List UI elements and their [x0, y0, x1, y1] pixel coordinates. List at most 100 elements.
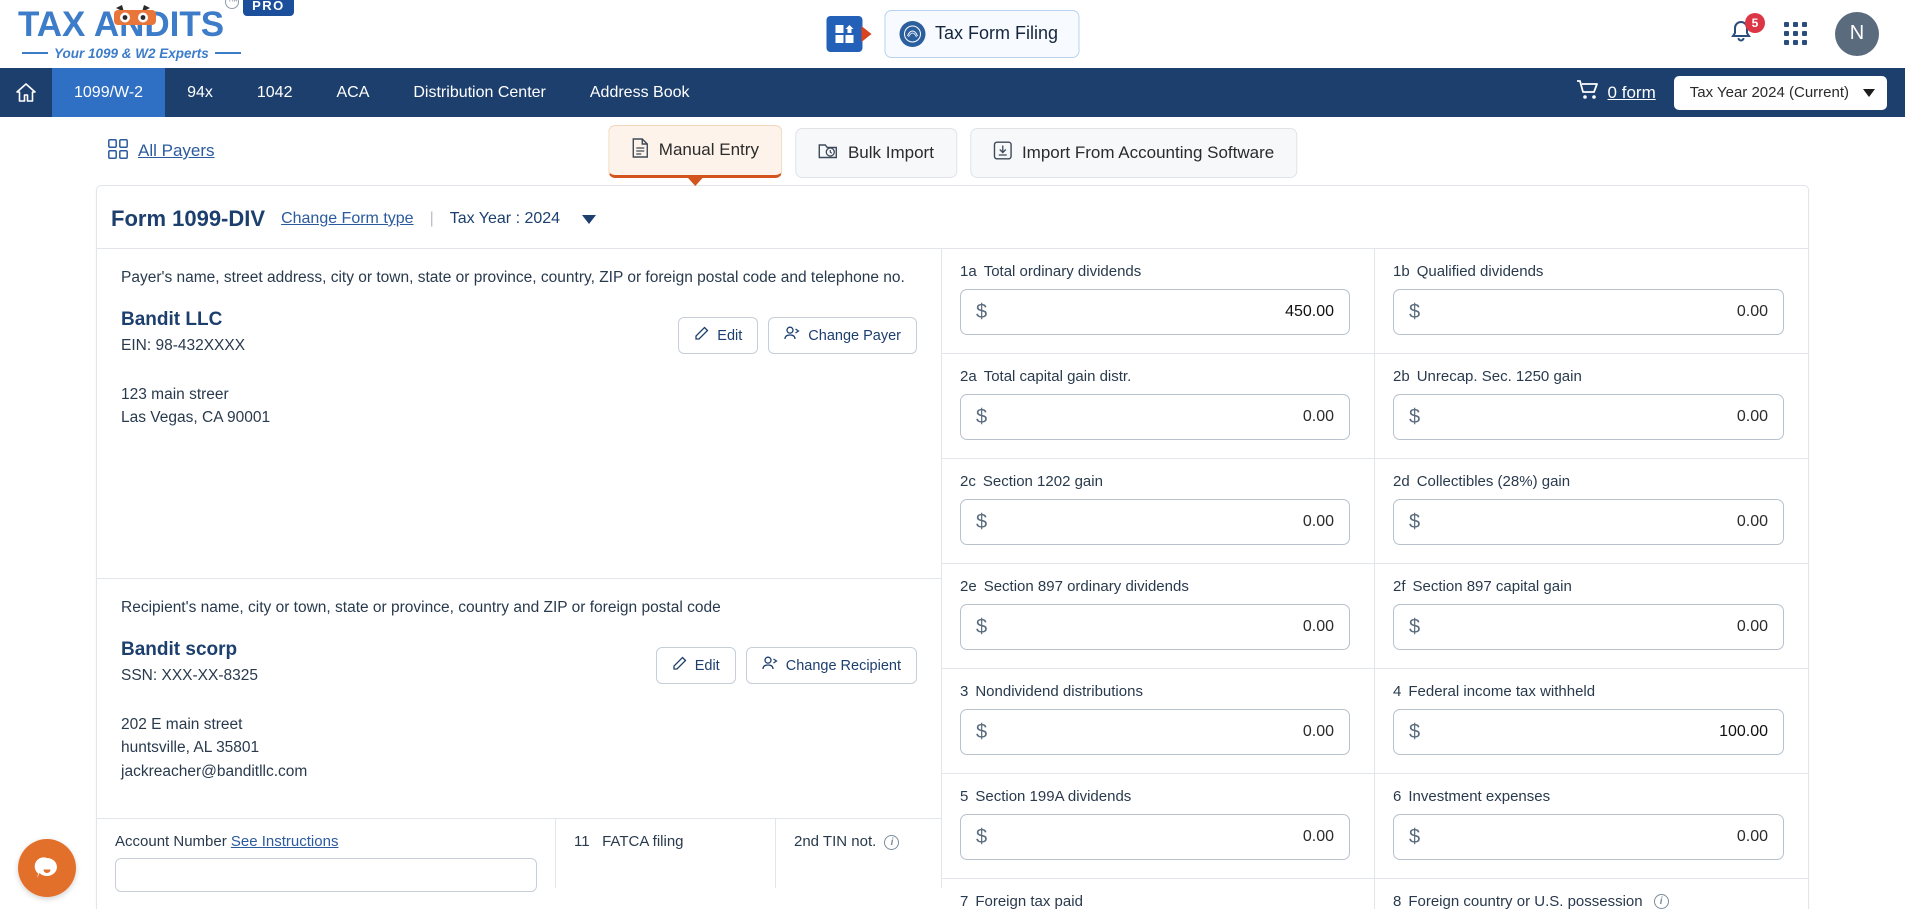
tab-label: Bulk Import [847, 142, 934, 162]
nav-item-1099-w2[interactable]: 1099/W-2 [52, 68, 166, 117]
field-input-2c[interactable]: $ 0.00 [960, 499, 1350, 545]
field-number: 2a [960, 368, 977, 385]
field-label: 2d Collectibles (28%) gain [1393, 473, 1784, 490]
change-form-type-link[interactable]: Change Form type [281, 210, 414, 228]
home-icon[interactable] [0, 68, 52, 117]
edit-payer-button[interactable]: Edit [678, 317, 759, 354]
field-title: Federal income tax withheld [1408, 683, 1596, 700]
pencil-icon [694, 326, 709, 345]
field-input-6[interactable]: $ 0.00 [1393, 814, 1784, 860]
account-number-input[interactable] [115, 858, 537, 892]
chat-bubble-icon[interactable] [18, 839, 76, 897]
info-icon[interactable]: i [1653, 894, 1669, 909]
tagline-rule-left [22, 52, 48, 54]
field-8: 8 Foreign country or U.S. possession i [1375, 879, 1808, 909]
grid-squares-icon [108, 138, 128, 164]
field-input-3[interactable]: $ 0.00 [960, 709, 1350, 755]
nav-item-label: 1099/W-2 [74, 83, 144, 101]
field-title: Unrecap. Sec. 1250 gain [1416, 368, 1582, 385]
field-input-2d[interactable]: $ 0.00 [1393, 499, 1784, 545]
recipient-caption: Recipient's name, city or town, state or… [121, 599, 721, 616]
field-input-5[interactable]: $ 0.00 [960, 814, 1350, 860]
dollar-sign: $ [1409, 825, 1421, 848]
field-input-2f[interactable]: $ 0.00 [1393, 604, 1784, 650]
form-card: Form 1099-DIV Change Form type | Tax Yea… [96, 185, 1809, 909]
dollar-sign: $ [1409, 510, 1421, 533]
field-label: 1b Qualified dividends [1393, 263, 1784, 280]
field-label: 1a Total ordinary dividends [960, 263, 1350, 280]
payer-actions: Edit Change Payer [678, 317, 917, 354]
cart-icon [1576, 79, 1600, 106]
recipient-actions: Edit Change Recipient [655, 647, 917, 684]
field-title: Foreign tax paid [975, 893, 1083, 909]
nav-item-address-book[interactable]: Address Book [568, 68, 712, 117]
dollar-sign: $ [976, 510, 988, 533]
field-input-2b[interactable]: $ 0.00 [1393, 394, 1784, 440]
field-title: Section 1202 gain [982, 473, 1103, 490]
form-body: Payer's name, street address, city or to… [97, 248, 1808, 909]
cart-label: 0 form [1607, 82, 1656, 102]
field-value: 0.00 [1302, 828, 1334, 845]
nav-item-distribution-center[interactable]: Distribution Center [391, 68, 568, 117]
field-label: 4 Federal income tax withheld [1393, 683, 1784, 700]
field-number: 6 [1393, 788, 1402, 805]
change-payer-button[interactable]: Change Payer [768, 317, 917, 354]
field-label: 2c Section 1202 gain [960, 473, 1350, 490]
second-tin-cell: 2nd TIN not. i [776, 819, 941, 888]
field-value: 0.00 [1736, 828, 1768, 845]
tax-form-filing-button[interactable]: Tax Form Filing [883, 9, 1080, 58]
field-value: 0.00 [1302, 618, 1334, 635]
nav-item-aca[interactable]: ACA [314, 68, 391, 117]
account-number-row: Account Number See Instructions 11 FATCA… [97, 818, 941, 892]
field-6: 6 Investment expenses $ 0.00 [1375, 774, 1808, 879]
field-3: 3 Nondividend distributions $ 0.00 [942, 669, 1375, 774]
fatca-number: 11 [574, 833, 590, 850]
field-number: 1b [1393, 263, 1410, 280]
all-payers-label: All Payers [138, 141, 215, 160]
all-payers-link[interactable]: All Payers [108, 138, 215, 164]
nav-item-1042[interactable]: 1042 [235, 68, 315, 117]
field-input-2a[interactable]: $ 0.00 [960, 394, 1350, 440]
field-2a: 2a Total capital gain distr. $ 0.00 [942, 354, 1375, 459]
apps-grid-icon[interactable] [825, 15, 862, 52]
page-title: Form 1099-DIV [111, 206, 266, 231]
field-label: 2a Total capital gain distr. [960, 368, 1350, 385]
grid-dots-icon[interactable] [1784, 22, 1807, 45]
recipient-block: Recipient's name, city or town, state or… [97, 579, 941, 818]
tab-bulk-import[interactable]: Bulk Import [794, 127, 957, 178]
trademark-icon: ™ [225, 0, 240, 9]
see-instructions-link[interactable]: See Instructions [231, 833, 339, 850]
recipient-address-line2: huntsville, AL 35801 [121, 739, 260, 757]
chevron-down-icon[interactable] [582, 214, 597, 224]
field-title: Total ordinary dividends [983, 263, 1142, 280]
change-payer-label: Change Payer [808, 327, 901, 344]
field-number: 8 [1393, 893, 1402, 909]
field-2e: 2e Section 897 ordinary dividends $ 0.00 [942, 564, 1375, 669]
tax-year-value: Tax Year 2024 (Current) [1689, 84, 1849, 101]
field-input-1b[interactable]: $ 0.00 [1393, 289, 1784, 335]
edit-recipient-button[interactable]: Edit [655, 647, 736, 684]
edit-payer-label: Edit [717, 327, 743, 344]
avatar[interactable]: N [1835, 11, 1879, 56]
bell-icon[interactable]: 5 [1728, 12, 1765, 49]
info-icon[interactable]: i [884, 834, 900, 850]
dollar-sign: $ [1409, 300, 1421, 323]
field-input-4[interactable]: $ 100.00 [1393, 709, 1784, 755]
tax-year-select[interactable]: Tax Year 2024 (Current) [1673, 75, 1887, 110]
cart-link[interactable]: 0 form [1576, 79, 1656, 106]
field-1b: 1b Qualified dividends $ 0.00 [1375, 249, 1808, 354]
nav-item-94x[interactable]: 94x [165, 68, 235, 117]
field-title: Section 897 ordinary dividends [983, 578, 1189, 595]
field-input-1a[interactable]: $ 450.00 [960, 289, 1350, 335]
field-value: 0.00 [1302, 723, 1334, 740]
field-input-2e[interactable]: $ 0.00 [960, 604, 1350, 650]
irs-seal-icon [898, 20, 925, 47]
recipient-address-line1: 202 E main street [121, 716, 243, 733]
tab-manual-entry[interactable]: Manual Entry [607, 124, 782, 178]
field-label: 5 Section 199A dividends [960, 788, 1350, 805]
tab-import-accounting-software[interactable]: Import From Accounting Software [969, 127, 1298, 178]
field-number: 4 [1393, 683, 1402, 700]
field-title: Collectibles (28%) gain [1416, 473, 1571, 490]
logo[interactable]: TAX ANDITS ™ PRO Your 1099 & W2 Experts [0, 0, 294, 61]
change-recipient-button[interactable]: Change Recipient [745, 647, 917, 684]
